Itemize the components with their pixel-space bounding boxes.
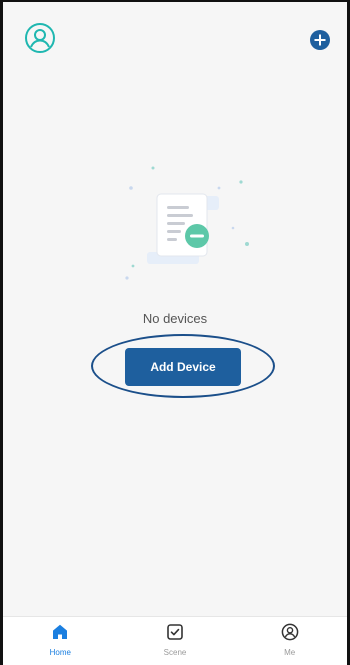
home-icon — [53, 624, 68, 639]
add-device-button[interactable]: Add Device — [125, 348, 241, 386]
user-circle-icon — [281, 623, 299, 641]
nav-item-scene[interactable]: Scene — [118, 617, 233, 665]
user-circle-icon — [25, 23, 55, 53]
empty-illustration — [119, 162, 259, 282]
bottom-nav: Home Scene Me — [3, 616, 347, 665]
empty-message: No devices — [142, 311, 208, 326]
header — [3, 2, 347, 68]
nav-item-me[interactable]: Me — [232, 617, 347, 665]
nav-label-me: Me — [284, 648, 296, 657]
nav-item-home[interactable]: Home — [3, 617, 118, 665]
checkbox-icon — [167, 624, 183, 640]
app-frame: No devices Add Device Home Scene Me — [0, 0, 350, 665]
empty-document-icon — [125, 166, 249, 280]
nav-label-home: Home — [49, 648, 71, 657]
add-button[interactable] — [309, 29, 331, 51]
plus-circle-icon — [310, 30, 330, 50]
avatar-button[interactable] — [24, 22, 56, 54]
nav-label-scene: Scene — [163, 648, 187, 657]
